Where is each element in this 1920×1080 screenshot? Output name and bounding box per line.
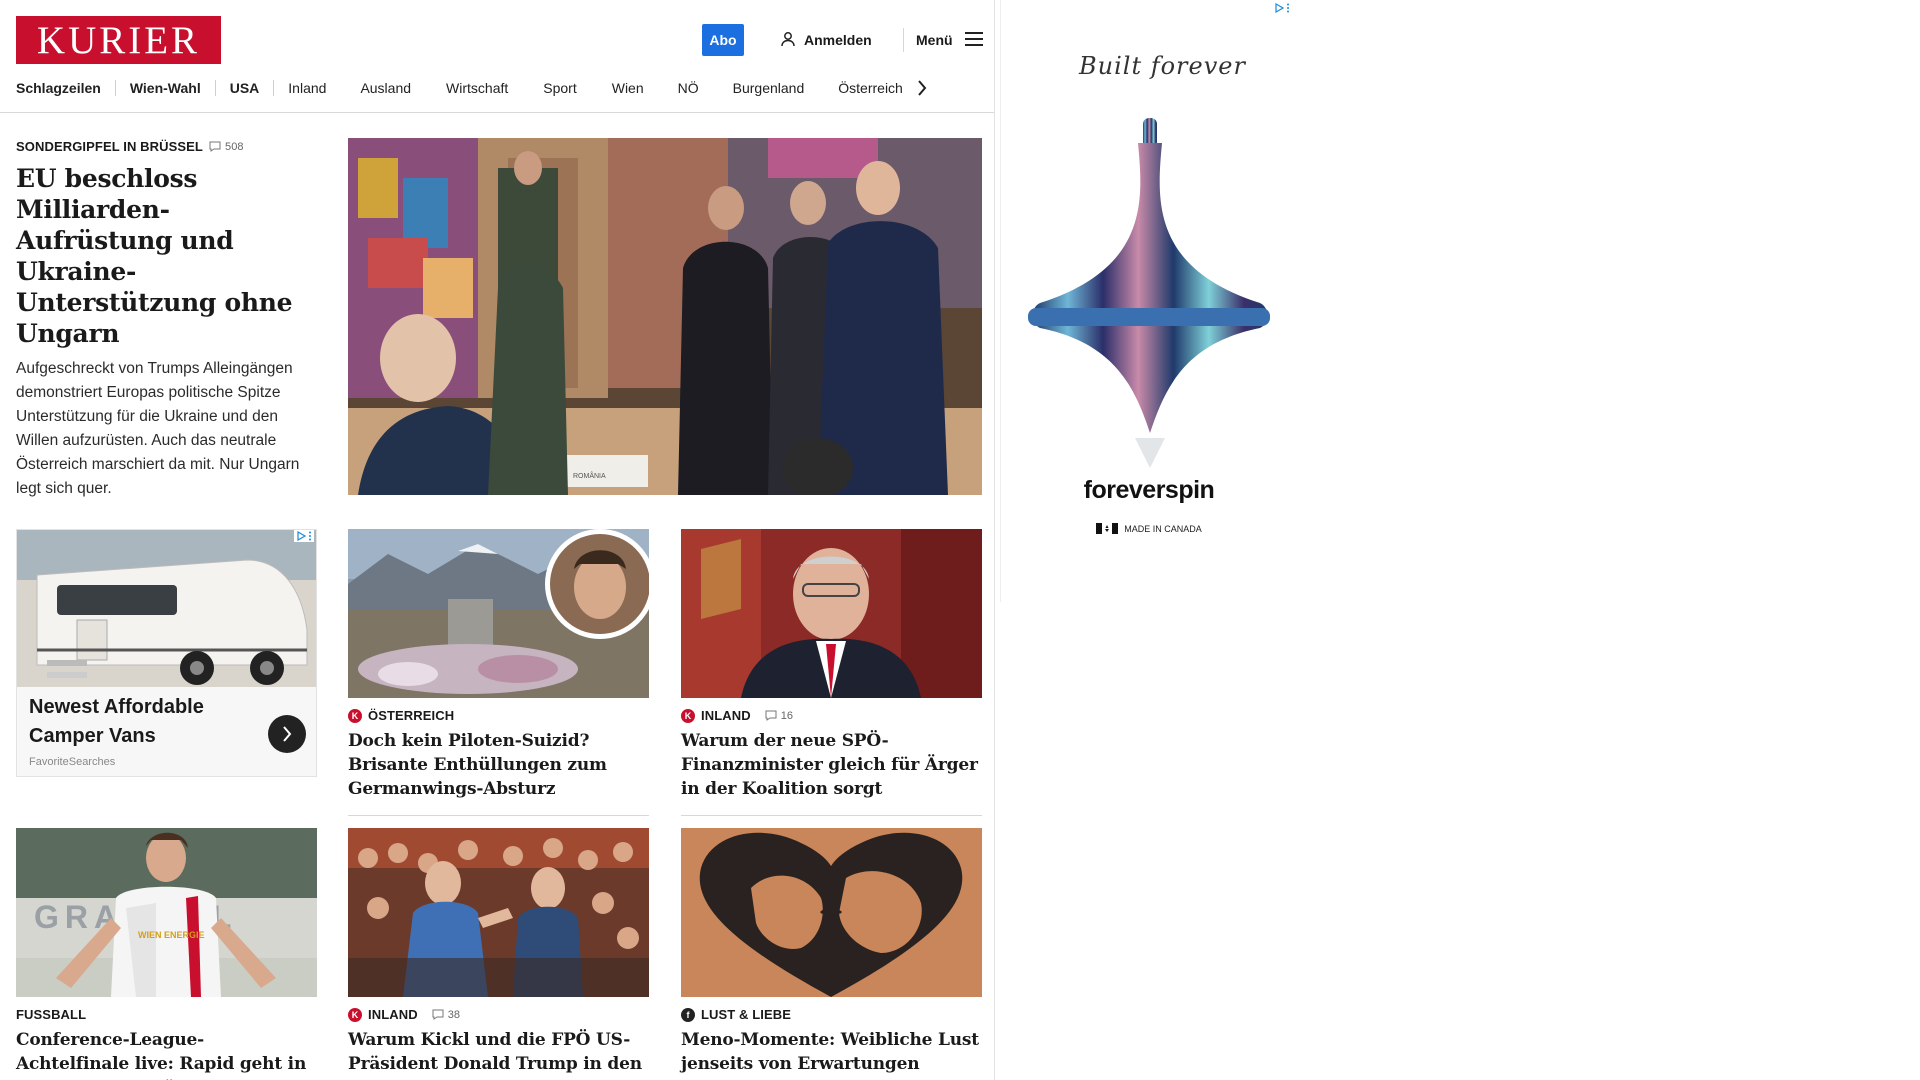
sponsored-source: FavoriteSearches (29, 756, 116, 768)
lead-story[interactable]: SONDERGIPFEL IN BRÜSSEL 508 EU beschloss… (16, 139, 316, 501)
lead-comment-number: 508 (224, 140, 244, 153)
menu-label: Menü (916, 32, 953, 48)
card-headline[interactable]: Warum der neue SPÖ-Finanzminister gleich… (681, 729, 982, 801)
lead-image[interactable]: ROMÂNIA (348, 138, 982, 495)
adchoices-icon (297, 531, 306, 541)
card-kicker: f LUST & LIEBE (681, 1007, 982, 1022)
lead-headline[interactable]: EU beschloss Milliarden-Aufrüstung und U… (16, 163, 316, 349)
card-kicker-label: INLAND (701, 708, 751, 723)
card-kicker-label: LUST & LIEBE (701, 1007, 792, 1022)
nav-item-inland[interactable]: Inland (288, 80, 326, 96)
nav-divider (214, 80, 216, 96)
kurier-badge-icon: K (681, 708, 695, 723)
lead-kicker: SONDERGIPFEL IN BRÜSSEL 508 (16, 139, 316, 154)
nav-divider (273, 80, 275, 96)
comment-count[interactable]: 38 (432, 1009, 460, 1021)
card-headline[interactable]: Warum Kickl und die FPÖ US-Präsident Don… (348, 1028, 649, 1080)
ad-brand-name: foreverspin (1083, 476, 1215, 504)
adchoices-icon (1275, 3, 1284, 13)
card-comment-number: 16 (780, 709, 794, 722)
ad-choices-badge[interactable] (294, 530, 314, 542)
display-ad[interactable]: Built forever foreverspin MADE IN CANADA (1000, 0, 1296, 602)
nav-item-schlagzeilen[interactable]: Schlagzeilen (16, 80, 101, 96)
site-header: KURIER Abo Anmelden Menü Schlagzeilen Wi… (0, 0, 994, 113)
nav-item-wien-wahl[interactable]: Wien-Wahl (130, 80, 201, 96)
nav-item-wirtschaft[interactable]: Wirtschaft (446, 80, 508, 96)
card-headline[interactable]: Doch kein Piloten-Suizid? Brisante Enthü… (348, 729, 649, 801)
card-kicker-label: ÖSTERREICH (368, 708, 455, 723)
nameplate-text: ROMÂNIA (573, 471, 606, 480)
article-card[interactable]: GRA NO L WIEN ENERGIE FUSSBALL Conferenc… (16, 828, 317, 1080)
nav-item-wien[interactable]: Wien (612, 80, 644, 96)
card-kicker-label: INLAND (368, 1007, 418, 1022)
nav-divider (114, 80, 116, 96)
card-kicker: FUSSBALL (16, 1007, 317, 1022)
rally-image (348, 828, 649, 997)
more-options-icon (309, 531, 311, 541)
lead-teaser: Aufgeschreckt von Trumps Alleingängen de… (16, 360, 300, 497)
comment-count[interactable]: 16 (765, 710, 793, 722)
header-divider (903, 28, 904, 52)
card-headline[interactable]: Meno-Momente: Weibliche Lust jenseits vo… (681, 1028, 982, 1076)
card-kicker-label: FUSSBALL (16, 1007, 87, 1022)
nav-item-burgenland[interactable]: Burgenland (733, 80, 805, 96)
card-comment-number: 38 (447, 1008, 461, 1021)
card-kicker: K ÖSTERREICH (348, 708, 649, 723)
jersey-sponsor-text: WIEN ENERGIE (138, 930, 205, 940)
comment-icon (209, 141, 221, 152)
kurier-logo[interactable]: KURIER (16, 16, 221, 64)
card-divider (348, 815, 649, 816)
lead-kicker-label: SONDERGIPFEL IN BRÜSSEL (16, 139, 203, 154)
nav-item-oesterreich[interactable]: Österreich (838, 80, 903, 96)
section-nav: Schlagzeilen Wien-Wahl USA Inland Auslan… (16, 76, 986, 100)
chevron-right-icon (283, 726, 292, 742)
minister-image (681, 529, 982, 698)
made-in-label: MADE IN CANADA (1124, 523, 1202, 534)
ad-tagline: Built forever (1079, 52, 1246, 80)
comment-count[interactable]: 508 (209, 141, 244, 153)
login-button[interactable]: Anmelden (780, 30, 872, 50)
made-in-canada: MADE IN CANADA (1001, 523, 1297, 534)
canada-flag-icon (1096, 523, 1119, 534)
card-headline[interactable]: Conference-League-Achtelfinale live: Rap… (16, 1028, 317, 1080)
nav-item-usa[interactable]: USA (230, 80, 260, 96)
spinning-top-image (1028, 118, 1270, 468)
article-card[interactable]: K INLAND 38 Warum Kickl und die FPÖ US-P… (348, 828, 649, 1080)
card-divider (681, 815, 982, 816)
user-icon (780, 31, 796, 50)
card-kicker: K INLAND 38 (348, 1007, 649, 1022)
news-column: KURIER Abo Anmelden Menü Schlagzeilen Wi… (0, 0, 995, 1080)
nav-item-noe[interactable]: NÖ (678, 80, 699, 96)
chevron-right-icon[interactable] (917, 80, 927, 96)
article-card[interactable]: K INLAND 16 Warum der neue SPÖ-Finanzmin… (681, 529, 982, 816)
illustration-image (681, 828, 982, 997)
sponsored-card[interactable]: Newest Affordable Camper Vans FavoriteSe… (16, 529, 317, 777)
hamburger-icon (964, 31, 983, 49)
sponsored-title[interactable]: Newest Affordable Camper Vans (29, 693, 249, 751)
article-card[interactable]: f LUST & LIEBE Meno-Momente: Weibliche L… (681, 828, 982, 1076)
crash-site-image (348, 529, 649, 698)
ad-choices-badge[interactable] (1272, 2, 1292, 14)
menu-button[interactable]: Menü (916, 30, 983, 50)
comment-icon (432, 1009, 444, 1020)
kurier-badge-icon: K (348, 1007, 362, 1022)
more-options-icon (1287, 3, 1289, 13)
kurier-badge-icon: K (348, 708, 362, 723)
nav-item-ausland[interactable]: Ausland (360, 80, 411, 96)
camper-image (17, 530, 316, 687)
abo-button[interactable]: Abo (702, 24, 744, 56)
freizeit-badge-icon: f (681, 1007, 695, 1022)
football-image: GRA NO L WIEN ENERGIE (16, 828, 317, 997)
nav-item-sport[interactable]: Sport (543, 80, 576, 96)
login-label: Anmelden (804, 32, 872, 48)
sponsored-go-button[interactable] (268, 715, 306, 753)
card-kicker: K INLAND 16 (681, 708, 982, 723)
comment-icon (765, 710, 777, 721)
article-card[interactable]: K ÖSTERREICH Doch kein Piloten-Suizid? B… (348, 529, 649, 816)
